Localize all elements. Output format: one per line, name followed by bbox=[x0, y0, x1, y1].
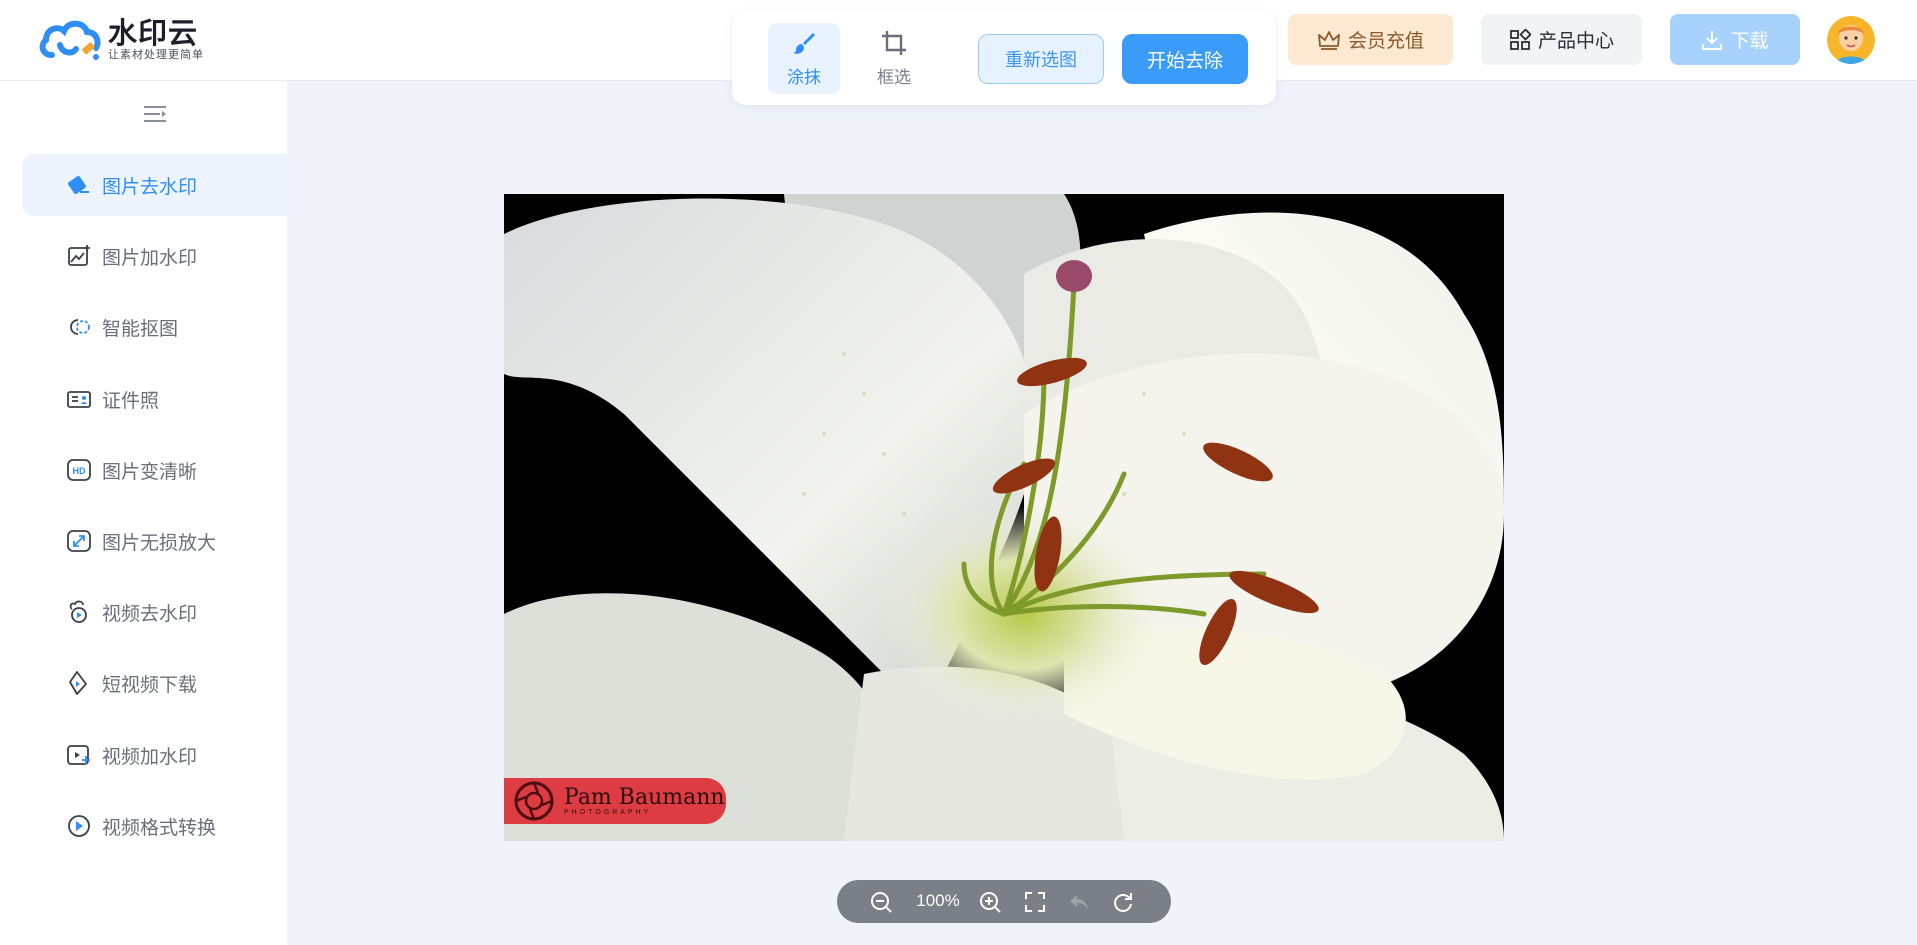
sidebar-item-label: 图片加水印 bbox=[102, 247, 198, 269]
image-eraser-icon bbox=[66, 172, 92, 198]
image-add-watermark-icon bbox=[66, 243, 92, 269]
zoom-out-icon[interactable] bbox=[869, 890, 893, 914]
sidebar-item-video-watermark-remove[interactable]: 视频去水印 bbox=[22, 581, 287, 643]
zoom-toolbar: 100% bbox=[837, 880, 1171, 923]
sidebar-item-image-watermark-add[interactable]: 图片加水印 bbox=[22, 225, 287, 287]
brand-slogan: 让素材处理更简单 bbox=[108, 48, 204, 61]
brand-name: 水印云 bbox=[108, 17, 199, 50]
zoom-level: 100% bbox=[916, 891, 960, 910]
reselect-image-button[interactable]: 重新选图 bbox=[978, 34, 1104, 84]
mode-box-select-button[interactable]: 框选 bbox=[858, 23, 930, 94]
brush-icon bbox=[790, 29, 818, 57]
top-header: 水印云 让素材处理更简单 涂抹 框选 重新选图 开始去除 会员充值 产品中心 下… bbox=[0, 0, 1917, 105]
sidebar-item-label: 视频去水印 bbox=[102, 603, 198, 625]
download-button[interactable]: 下载 bbox=[1670, 14, 1800, 65]
sidebar-item-id-photo[interactable]: 证件照 bbox=[22, 368, 287, 430]
grid-apps-icon bbox=[1510, 28, 1531, 50]
download-label: 下载 bbox=[1730, 31, 1769, 52]
photo-watermark[interactable]: Pam Baumann PHOTOGRAPHY bbox=[504, 778, 726, 824]
sidebar-item-smart-cutout[interactable]: 智能抠图 bbox=[22, 296, 287, 358]
fullscreen-icon[interactable] bbox=[1023, 890, 1047, 914]
cloud-logo-icon bbox=[39, 20, 101, 60]
cutout-icon bbox=[66, 314, 92, 340]
sidebar-item-video-convert[interactable]: 视频格式转换 bbox=[22, 795, 287, 857]
sidebar-item-short-video-download[interactable]: 短视频下载 bbox=[22, 652, 287, 714]
vip-recharge-button[interactable]: 会员充值 bbox=[1288, 14, 1453, 65]
mode-smear-label: 涂抹 bbox=[787, 68, 821, 87]
sidebar-item-label: 证件照 bbox=[102, 390, 160, 412]
crop-icon bbox=[880, 29, 908, 57]
sidebar-item-label: 视频格式转换 bbox=[102, 817, 217, 839]
mode-smear-button[interactable]: 涂抹 bbox=[768, 23, 840, 94]
enlarge-icon bbox=[66, 528, 92, 554]
logo[interactable]: 水印云 让素材处理更简单 bbox=[38, 14, 204, 66]
preview-image[interactable]: Pam Baumann PHOTOGRAPHY bbox=[504, 194, 1504, 841]
vip-label: 会员充值 bbox=[1347, 31, 1424, 52]
reset-icon[interactable] bbox=[1111, 890, 1135, 914]
tool-panel: 涂抹 框选 重新选图 开始去除 bbox=[732, 12, 1276, 105]
sidebar-item-video-watermark-add[interactable]: 视频加水印 bbox=[22, 724, 287, 786]
menu-collapse-icon[interactable] bbox=[142, 103, 168, 125]
undo-icon[interactable] bbox=[1067, 890, 1091, 914]
sidebar-item-label: 视频加水印 bbox=[102, 746, 198, 768]
sidebar: 图片去水印 图片加水印 智能抠图 证件照 HD 图片变清晰 图片无损放大 视频去… bbox=[0, 81, 287, 945]
video-eraser-icon bbox=[66, 599, 92, 625]
sidebar-item-label: 智能抠图 bbox=[102, 318, 179, 340]
sidebar-item-image-enlarge[interactable]: 图片无损放大 bbox=[22, 510, 287, 572]
products-label: 产品中心 bbox=[1537, 31, 1614, 52]
mode-box-select-label: 框选 bbox=[877, 68, 911, 87]
sidebar-item-label: 图片无损放大 bbox=[102, 532, 217, 554]
video-convert-icon bbox=[66, 813, 92, 839]
id-photo-icon bbox=[66, 386, 92, 412]
start-remove-button[interactable]: 开始去除 bbox=[1122, 34, 1248, 84]
sidebar-item-image-watermark-remove[interactable]: 图片去水印 bbox=[22, 154, 287, 216]
sidebar-item-image-enhance[interactable]: HD 图片变清晰 bbox=[22, 439, 287, 501]
sidebar-item-label: 短视频下载 bbox=[102, 674, 198, 696]
watermark-name: Pam Baumann bbox=[564, 784, 725, 810]
sidebar-item-label: 图片变清晰 bbox=[102, 461, 198, 483]
sidebar-item-label: 图片去水印 bbox=[102, 176, 198, 198]
svg-text:HD: HD bbox=[73, 466, 86, 476]
camera-aperture-logo bbox=[514, 781, 554, 821]
download-icon bbox=[1702, 30, 1723, 50]
crown-icon bbox=[1318, 30, 1340, 50]
user-avatar[interactable] bbox=[1827, 16, 1875, 64]
hd-icon: HD bbox=[66, 457, 92, 483]
video-add-watermark-icon bbox=[66, 742, 92, 768]
video-download-icon bbox=[66, 670, 92, 696]
zoom-in-icon[interactable] bbox=[978, 890, 1002, 914]
watermark-subtitle: PHOTOGRAPHY bbox=[564, 808, 652, 816]
product-center-button[interactable]: 产品中心 bbox=[1481, 14, 1642, 65]
lily-photo bbox=[504, 194, 1504, 841]
